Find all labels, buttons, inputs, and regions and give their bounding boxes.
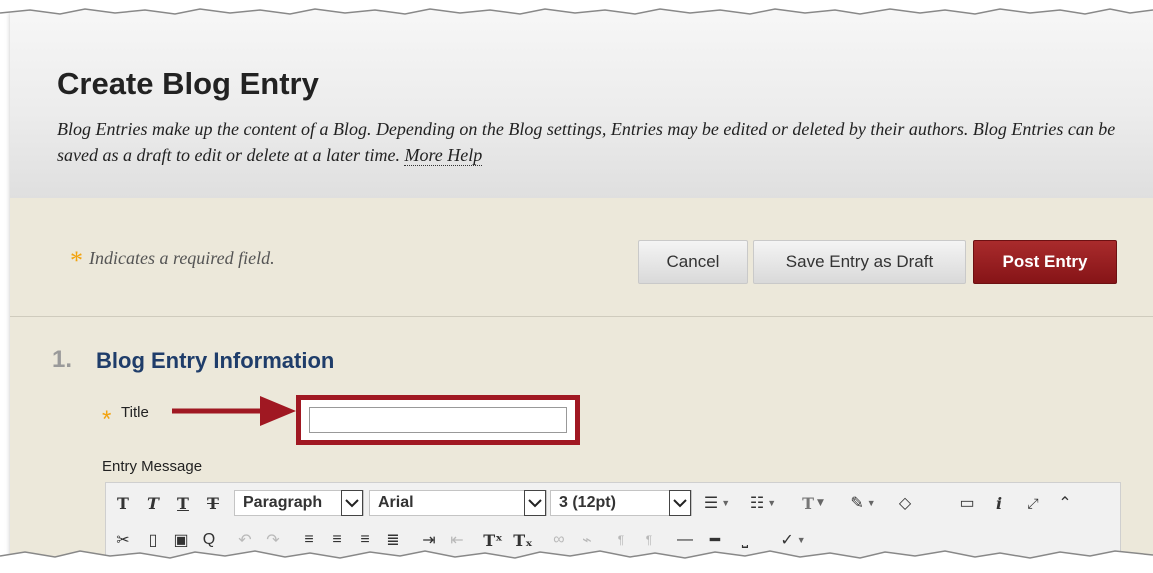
size-select[interactable]: 3 (12pt)	[550, 490, 692, 516]
underline-icon[interactable]: T	[170, 490, 196, 516]
chevron-down-icon	[669, 490, 691, 516]
post-entry-button[interactable]: Post Entry	[973, 240, 1117, 284]
bullet-list-icon[interactable]: ☰ ▼	[696, 490, 738, 516]
required-field-note: * Indicates a required field.	[70, 246, 275, 276]
torn-edge-bottom	[0, 550, 1153, 573]
strikethrough-icon[interactable]: T	[200, 490, 226, 516]
info-icon[interactable]: i	[986, 490, 1012, 516]
chevron-down-icon	[524, 490, 546, 516]
blog-entry-page: Create Blog Entry Blog Entries make up t…	[10, 8, 1153, 564]
font-select[interactable]: Arial	[369, 490, 547, 516]
chevron-up-icon[interactable]: ⌃	[1052, 490, 1078, 516]
torn-edge-top	[0, 0, 1153, 15]
more-help-link[interactable]: More Help	[404, 145, 483, 166]
page-header: Create Blog Entry Blog Entries make up t…	[10, 8, 1153, 198]
format-select[interactable]: Paragraph	[234, 490, 364, 516]
arrow-right-icon	[172, 396, 296, 426]
page-description: Blog Entries make up the content of a Bl…	[57, 116, 1117, 168]
italic-icon[interactable]: T	[140, 490, 166, 516]
font-select-value: Arial	[378, 494, 414, 511]
fullscreen-icon[interactable]: ⤢	[1020, 490, 1046, 516]
title-field-highlight	[296, 395, 580, 445]
action-bar: * Indicates a required field. Cancel Save…	[10, 198, 1153, 317]
highlight-icon[interactable]: ✎ ▼	[840, 490, 886, 516]
description-text: Blog Entries make up the content of a Bl…	[57, 119, 1116, 165]
eraser-icon[interactable]: ◇	[892, 490, 918, 516]
cancel-button[interactable]: Cancel	[638, 240, 748, 284]
chevron-down-icon	[341, 490, 363, 516]
format-select-value: Paragraph	[243, 494, 323, 511]
required-star-icon: *	[70, 246, 83, 275]
text-color-icon[interactable]: T ▼	[790, 490, 836, 516]
page-title: Create Blog Entry	[57, 66, 319, 101]
title-label: Title	[121, 404, 149, 421]
bold-icon[interactable]: T	[110, 490, 136, 516]
save-draft-button[interactable]: Save Entry as Draft	[753, 240, 966, 284]
numbered-list-icon[interactable]: ☷ ▼	[742, 490, 784, 516]
required-star-icon: *	[102, 406, 112, 433]
entry-message-label: Entry Message	[102, 458, 203, 475]
title-input[interactable]	[309, 407, 567, 433]
required-note-text: Indicates a required field.	[89, 248, 275, 268]
section-title: Blog Entry Information	[96, 348, 335, 373]
section-number: 1.	[52, 346, 73, 373]
preview-icon[interactable]: ▭	[954, 490, 980, 516]
size-select-value: 3 (12pt)	[559, 494, 616, 511]
